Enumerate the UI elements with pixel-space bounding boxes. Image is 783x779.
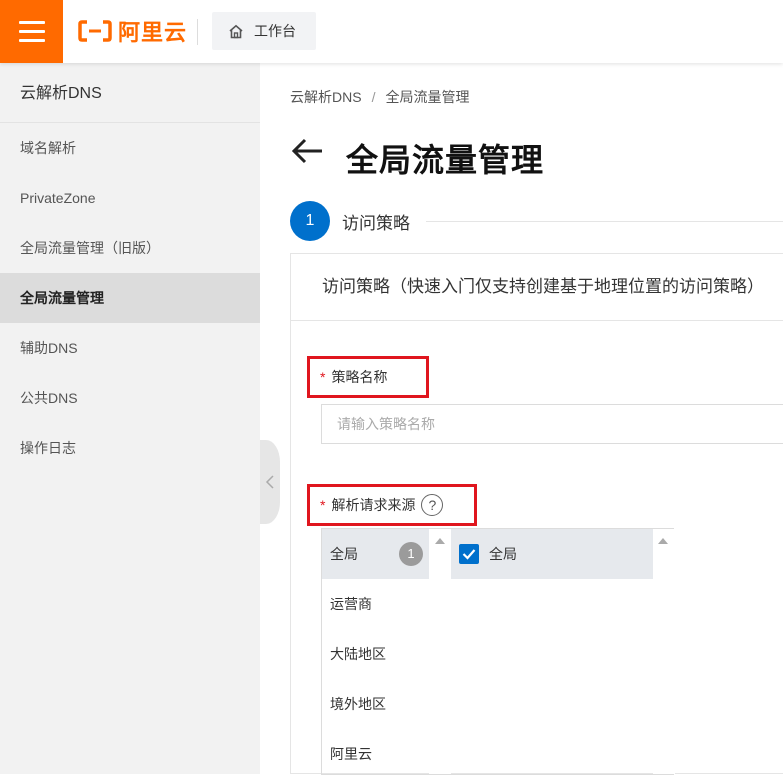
source-option-global[interactable]: 全局 <box>451 529 653 579</box>
workbench-label: 工作台 <box>254 23 296 39</box>
sidebar-item-operation-log[interactable]: 操作日志 <box>0 423 260 473</box>
sidebar-item-privatezone[interactable]: PrivateZone <box>0 173 260 223</box>
sidebar-item-secondary-dns[interactable]: 辅助DNS <box>0 323 260 373</box>
page-title: 全局流量管理 <box>346 142 545 178</box>
scrollbar[interactable] <box>653 529 675 774</box>
menu-bar-line <box>18 30 45 33</box>
sidebar-item-gtm-legacy[interactable]: 全局流量管理（旧版） <box>0 223 260 273</box>
source-option-list: 全局 <box>451 528 675 775</box>
sidebar-title: 云解析DNS <box>0 63 260 123</box>
aliyun-logo-icon <box>78 20 112 42</box>
source-category-global[interactable]: 全局 1 <box>322 529 429 579</box>
required-mark: * <box>320 369 326 385</box>
policy-name-label-text: 策略名称 <box>331 369 388 385</box>
topbar-divider <box>197 19 198 45</box>
step-number: 1 <box>290 201 330 241</box>
request-source-label-text: 解析请求来源 <box>331 497 416 513</box>
sidebar: 云解析DNS 域名解析 PrivateZone 全局流量管理（旧版） 全局流量管… <box>0 63 260 774</box>
scroll-up-icon[interactable] <box>652 531 674 551</box>
step-connector-line <box>426 220 783 222</box>
source-category-mainland[interactable]: 大陆地区 <box>322 629 429 679</box>
menu-bar-line <box>18 21 45 24</box>
breadcrumb: 云解析DNS / 全局流量管理 <box>290 87 469 107</box>
count-badge: 1 <box>399 542 423 566</box>
policy-name-label: * 策略名称 <box>307 356 429 398</box>
back-arrow-icon[interactable] <box>290 137 324 165</box>
check-icon <box>462 549 476 560</box>
hamburger-menu-button[interactable] <box>0 0 63 63</box>
sidebar-item-public-dns[interactable]: 公共DNS <box>0 373 260 423</box>
aliyun-logo[interactable]: 阿里云 <box>78 16 187 46</box>
main-content: 云解析DNS / 全局流量管理 全局流量管理 1 访问策略 访问策略（快速入门仅支持… <box>260 63 783 775</box>
help-icon[interactable]: ? <box>421 494 444 516</box>
top-bar: 阿里云 工作台 <box>0 0 783 63</box>
required-mark: * <box>320 497 326 513</box>
request-source-label: * 解析请求来源 ? <box>307 484 477 526</box>
source-category-isp[interactable]: 运营商 <box>322 579 429 629</box>
brand-text: 阿里云 <box>118 20 188 45</box>
sidebar-item-domain-resolution[interactable]: 域名解析 <box>0 123 260 173</box>
breadcrumb-root[interactable]: 云解析DNS <box>290 89 362 105</box>
source-category-list: 全局 1 运营商 大陆地区 境外地区 阿里云 <box>321 528 451 775</box>
scrollbar[interactable] <box>429 529 451 774</box>
home-icon <box>229 24 243 38</box>
breadcrumb-separator: / <box>371 89 376 105</box>
step-indicator: 1 访问策略 <box>290 201 783 241</box>
workbench-button[interactable]: 工作台 <box>212 12 316 50</box>
step-label: 访问策略 <box>342 213 410 233</box>
access-policy-panel: 访问策略（快速入门仅支持创建基于地理位置的访问策略） * 策略名称 请输入策略名… <box>290 253 783 775</box>
sidebar-item-gtm[interactable]: 全局流量管理 <box>0 273 260 323</box>
menu-bar-line <box>18 39 45 42</box>
scroll-up-icon[interactable] <box>429 531 451 551</box>
panel-heading: 访问策略（快速入门仅支持创建基于地理位置的访问策略） <box>291 254 783 321</box>
checkbox-checked[interactable] <box>459 544 479 564</box>
source-category-aliyun[interactable]: 阿里云 <box>322 729 429 779</box>
option-label: 全局 <box>489 546 517 562</box>
breadcrumb-current: 全局流量管理 <box>385 89 470 105</box>
source-category-overseas[interactable]: 境外地区 <box>322 679 429 729</box>
policy-name-input[interactable]: 请输入策略名称 <box>321 404 783 444</box>
list-item-label: 全局 <box>330 546 358 562</box>
